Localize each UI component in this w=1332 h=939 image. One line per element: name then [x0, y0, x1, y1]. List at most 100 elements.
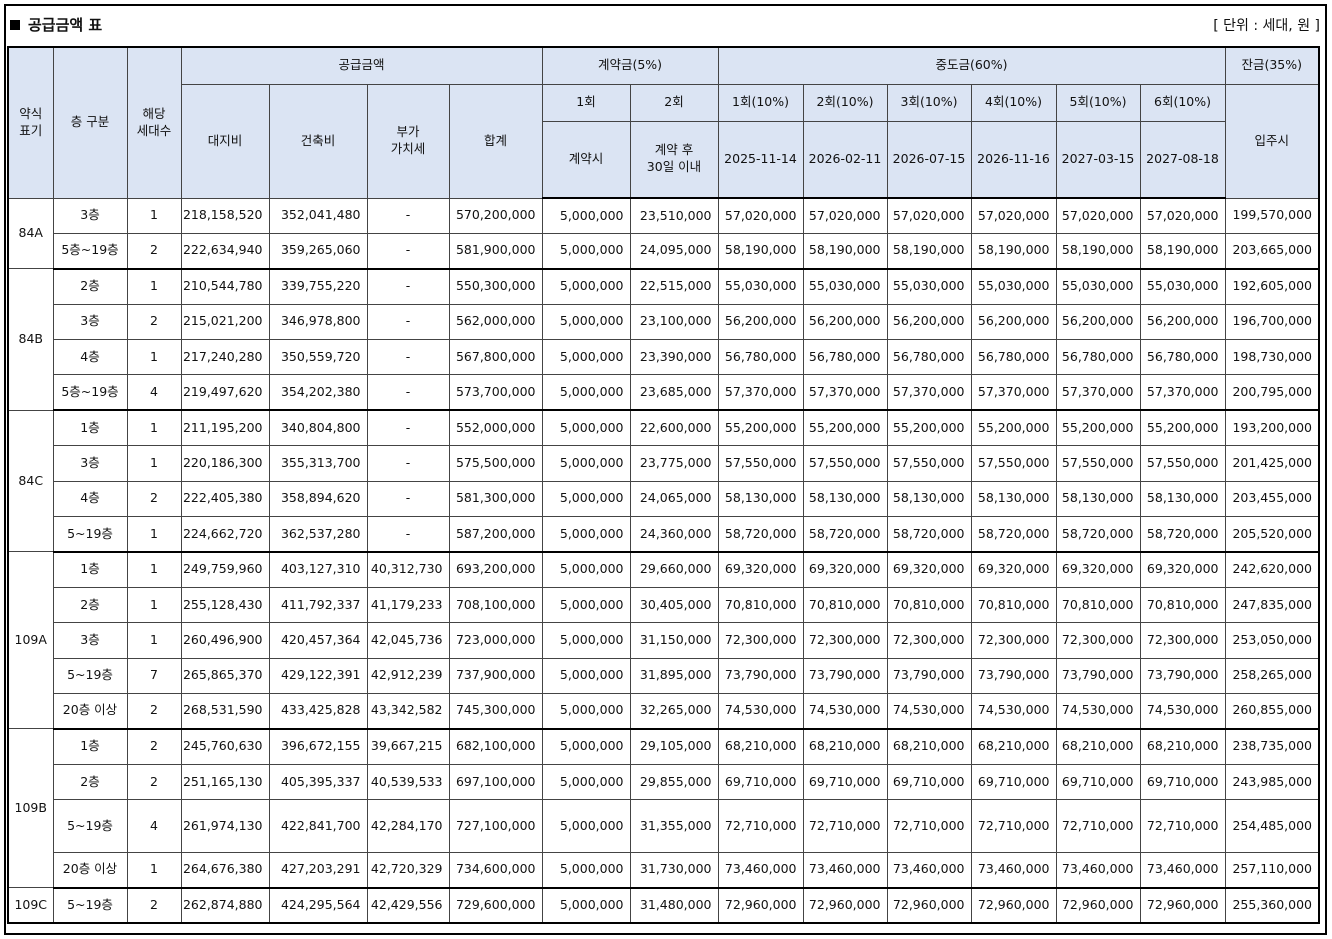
- vat-cell: -: [366, 197, 450, 234]
- header-supply: 공급금액: [180, 46, 543, 85]
- table-row: 3층 2 215,021,200 346,978,800-562,000,000 5,0…: [8, 303, 1320, 341]
- middle-6-cell: 69,710,000: [1139, 763, 1226, 801]
- middle-5-cell: 70,810,000: [1055, 586, 1141, 624]
- deposit-1-cell: 5,000,000: [541, 516, 631, 553]
- units-cell: 7: [126, 657, 182, 694]
- total-cell: 729,600,000: [448, 887, 543, 925]
- balance-cell: 258,265,000: [1224, 657, 1320, 694]
- table-row: 109A 1층 1 249,759,960 403,127,310 40,312,730 6…: [7, 551, 1320, 730]
- floor-cell: 20층 이상: [52, 852, 128, 889]
- total-cell: 745,300,000: [448, 692, 543, 730]
- units-cell: 1: [126, 409, 182, 447]
- units-cell: 2: [126, 303, 182, 341]
- middle-3-cell: 58,190,000: [886, 232, 972, 270]
- middle-2-cell: 69,320,000: [802, 551, 888, 588]
- middle-1-cell: 55,200,000: [717, 409, 804, 447]
- middle-1-cell: 72,300,000: [717, 622, 804, 659]
- units-cell: 2: [126, 480, 182, 518]
- deposit-2-cell: 22,600,000: [629, 409, 719, 447]
- middle-1-cell: 73,790,000: [717, 657, 804, 694]
- middle-4-cell: 55,030,000: [970, 268, 1057, 305]
- middle-4-cell: 73,790,000: [970, 657, 1057, 694]
- deposit-2-cell: 22,515,000: [629, 268, 719, 305]
- vat-cell: 42,045,736: [366, 622, 450, 659]
- header-middle-round-2: 2회(10%): [802, 83, 888, 122]
- units-cell: 2: [126, 887, 182, 925]
- building-cell: 354,202,380: [268, 374, 368, 412]
- middle-4-cell: 57,550,000: [970, 445, 1057, 482]
- table-row: 5층~19층 2 222,634,940 359,265,060-581,900,00…: [8, 232, 1320, 270]
- middle-6-cell: 73,790,000: [1139, 657, 1226, 694]
- floor-cell: 4층: [52, 339, 128, 376]
- units-cell: 4: [126, 374, 182, 412]
- table-row: 3층 1 220,186,300 355,313,700-575,500,000 5,0…: [8, 445, 1320, 482]
- middle-2-cell: 69,710,000: [802, 763, 888, 801]
- deposit-1-cell: 5,000,000: [541, 657, 631, 694]
- deposit-1-cell: 5,000,000: [541, 887, 631, 925]
- middle-6-cell: 72,710,000: [1139, 799, 1226, 854]
- deposit-2-cell: 24,360,000: [629, 516, 719, 553]
- deposit-2-cell: 31,480,000: [629, 887, 719, 925]
- floor-cell: 5~19층: [52, 799, 128, 854]
- middle-3-cell: 70,810,000: [886, 586, 972, 624]
- table-row: 2층 1 255,128,430 411,792,337 41,179,233 708,1…: [8, 586, 1320, 624]
- middle-2-cell: 57,020,000: [802, 197, 888, 234]
- unit-note: [ 단위 : 세대, 원 ]: [1213, 18, 1320, 34]
- middle-2-cell: 72,960,000: [802, 887, 888, 925]
- deposit-1-cell: 5,000,000: [541, 197, 631, 234]
- vat-cell: 43,342,582: [366, 692, 450, 730]
- middle-1-cell: 70,810,000: [717, 586, 804, 624]
- vat-cell: -: [366, 268, 450, 305]
- header-middle-date-3: 2026-07-15: [886, 120, 972, 199]
- middle-2-cell: 57,550,000: [802, 445, 888, 482]
- land-cell: 211,195,200: [180, 409, 270, 447]
- header-middle-round-1: 1회(10%): [717, 83, 804, 122]
- deposit-2-cell: 31,730,000: [629, 852, 719, 889]
- vat-cell: 40,539,533: [366, 763, 450, 801]
- deposit-2-cell: 23,390,000: [629, 339, 719, 376]
- balance-cell: 238,735,000: [1224, 728, 1320, 765]
- middle-6-cell: 58,720,000: [1139, 516, 1226, 553]
- middle-1-cell: 58,720,000: [717, 516, 804, 553]
- header-units: 해당 세대수: [126, 46, 182, 199]
- table-row: 84A 3층 1 218,158,520 352,041,480-570,200,000…: [7, 197, 1320, 270]
- header-middle-date-6: 2027-08-18: [1139, 120, 1226, 199]
- balance-cell: 255,360,000: [1224, 887, 1320, 925]
- balance-cell: 203,665,000: [1224, 232, 1320, 270]
- header-middle-round-5: 5회(10%): [1055, 83, 1141, 122]
- deposit-2-cell: 30,405,000: [629, 586, 719, 624]
- middle-2-cell: 68,210,000: [802, 728, 888, 765]
- total-cell: 693,200,000: [448, 551, 543, 588]
- middle-3-cell: 58,720,000: [886, 516, 972, 553]
- vat-cell: -: [366, 409, 450, 447]
- floor-cell: 3층: [52, 445, 128, 482]
- table-row: 4층 2 222,405,380 358,894,620-581,300,000 5,0…: [8, 480, 1320, 518]
- middle-3-cell: 74,530,000: [886, 692, 972, 730]
- balance-cell: 192,605,000: [1224, 268, 1320, 305]
- middle-6-cell: 72,300,000: [1139, 622, 1226, 659]
- deposit-1-cell: 5,000,000: [541, 445, 631, 482]
- deposit-1-cell: 5,000,000: [541, 232, 631, 270]
- building-cell: 411,792,337: [268, 586, 368, 624]
- vat-cell: -: [366, 445, 450, 482]
- type-cell: 109A: [7, 551, 54, 730]
- middle-5-cell: 74,530,000: [1055, 692, 1141, 730]
- balance-cell: 254,485,000: [1224, 799, 1320, 854]
- table-row: 5~19층 4 261,974,130 422,841,700 42,284,170 72…: [8, 799, 1320, 854]
- middle-3-cell: 72,710,000: [886, 799, 972, 854]
- deposit-1-cell: 5,000,000: [541, 409, 631, 447]
- middle-2-cell: 58,190,000: [802, 232, 888, 270]
- land-cell: 220,186,300: [180, 445, 270, 482]
- balance-cell: 247,835,000: [1224, 586, 1320, 624]
- table-row: 20층 이상 2 268,531,590 433,425,828 43,342,582 7…: [8, 692, 1320, 730]
- building-cell: 362,537,280: [268, 516, 368, 553]
- middle-4-cell: 56,200,000: [970, 303, 1057, 341]
- deposit-1-cell: 5,000,000: [541, 268, 631, 305]
- header-floor: 층 구분: [52, 46, 128, 199]
- table-row: 5~19층 7 265,865,370 429,122,391 42,912,239 73…: [8, 657, 1320, 694]
- supply-price-table: 약식 표기 층 구분 해당 세대수 공급금액 계약금(5%) 중도금(60%) 잔금(35%) 대…: [7, 46, 1320, 925]
- type-cell: 84C: [7, 409, 54, 553]
- middle-1-cell: 72,960,000: [717, 887, 804, 925]
- middle-6-cell: 58,190,000: [1139, 232, 1226, 270]
- table-row: 20층 이상 1 264,676,380 427,203,291 42,720,329 7…: [8, 852, 1320, 889]
